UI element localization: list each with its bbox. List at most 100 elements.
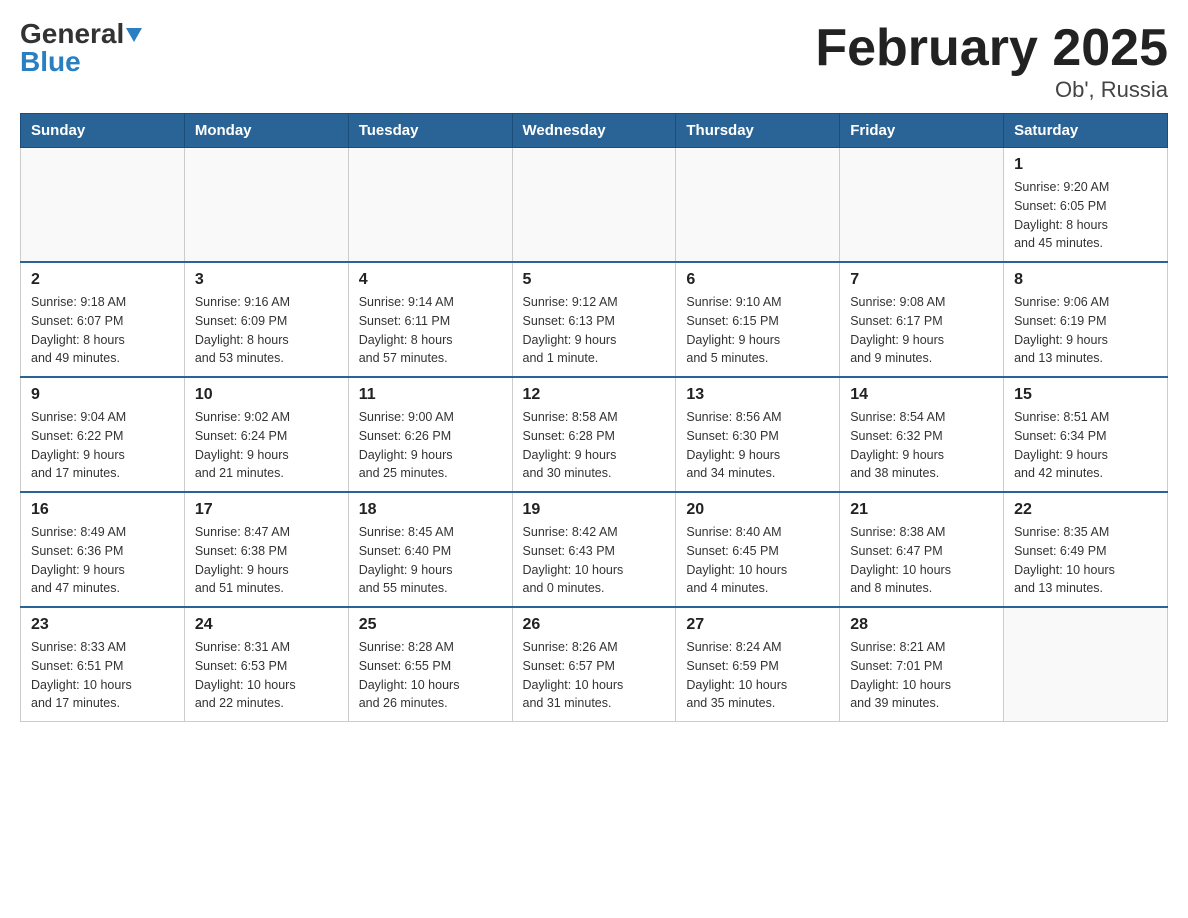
day-number: 17 (195, 501, 338, 519)
col-tuesday: Tuesday (348, 114, 512, 148)
day-number: 16 (31, 501, 174, 519)
day-info: Sunrise: 8:49 AMSunset: 6:36 PMDaylight:… (31, 523, 174, 598)
day-number: 22 (1014, 501, 1157, 519)
day-number: 12 (523, 386, 666, 404)
day-number: 8 (1014, 271, 1157, 289)
day-cell (184, 148, 348, 263)
day-number: 24 (195, 616, 338, 634)
day-info: Sunrise: 8:51 AMSunset: 6:34 PMDaylight:… (1014, 408, 1157, 483)
day-number: 3 (195, 271, 338, 289)
day-number: 15 (1014, 386, 1157, 404)
day-cell: 26 Sunrise: 8:26 AMSunset: 6:57 PMDayligh… (512, 607, 676, 722)
day-number: 13 (686, 386, 829, 404)
logo-blue-text: Blue (20, 48, 81, 76)
day-number: 26 (523, 616, 666, 634)
day-info: Sunrise: 9:10 AMSunset: 6:15 PMDaylight:… (686, 293, 829, 368)
day-number: 4 (359, 271, 502, 289)
day-number: 20 (686, 501, 829, 519)
day-cell: 22 Sunrise: 8:35 AMSunset: 6:49 PMDayligh… (1004, 492, 1168, 607)
day-number: 7 (850, 271, 993, 289)
calendar-title: February 2025 (815, 20, 1168, 77)
col-saturday: Saturday (1004, 114, 1168, 148)
day-info: Sunrise: 8:26 AMSunset: 6:57 PMDaylight:… (523, 638, 666, 713)
day-cell: 20 Sunrise: 8:40 AMSunset: 6:45 PMDayligh… (676, 492, 840, 607)
day-number: 21 (850, 501, 993, 519)
day-number: 5 (523, 271, 666, 289)
day-cell: 21 Sunrise: 8:38 AMSunset: 6:47 PMDayligh… (840, 492, 1004, 607)
day-cell: 28 Sunrise: 8:21 AMSunset: 7:01 PMDayligh… (840, 607, 1004, 722)
day-cell: 12 Sunrise: 8:58 AMSunset: 6:28 PMDayligh… (512, 377, 676, 492)
day-cell: 10 Sunrise: 9:02 AMSunset: 6:24 PMDayligh… (184, 377, 348, 492)
day-number: 25 (359, 616, 502, 634)
day-info: Sunrise: 8:28 AMSunset: 6:55 PMDaylight:… (359, 638, 502, 713)
day-number: 14 (850, 386, 993, 404)
day-cell: 11 Sunrise: 9:00 AMSunset: 6:26 PMDayligh… (348, 377, 512, 492)
day-number: 9 (31, 386, 174, 404)
day-info: Sunrise: 8:42 AMSunset: 6:43 PMDaylight:… (523, 523, 666, 598)
day-info: Sunrise: 8:31 AMSunset: 6:53 PMDaylight:… (195, 638, 338, 713)
day-info: Sunrise: 8:47 AMSunset: 6:38 PMDaylight:… (195, 523, 338, 598)
day-info: Sunrise: 9:16 AMSunset: 6:09 PMDaylight:… (195, 293, 338, 368)
col-thursday: Thursday (676, 114, 840, 148)
day-cell: 14 Sunrise: 8:54 AMSunset: 6:32 PMDayligh… (840, 377, 1004, 492)
day-cell: 8Sunrise: 9:06 AMSunset: 6:19 PMDaylight… (1004, 262, 1168, 377)
day-cell: 18Sunrise: 8:45 AMSunset: 6:40 PMDayligh… (348, 492, 512, 607)
day-number: 11 (359, 386, 502, 404)
day-cell: 24 Sunrise: 8:31 AMSunset: 6:53 PMDayligh… (184, 607, 348, 722)
day-cell (512, 148, 676, 263)
day-cell: 2Sunrise: 9:18 AMSunset: 6:07 PMDaylight… (21, 262, 185, 377)
col-sunday: Sunday (21, 114, 185, 148)
day-info: Sunrise: 8:40 AMSunset: 6:45 PMDaylight:… (686, 523, 829, 598)
day-info: Sunrise: 8:56 AMSunset: 6:30 PMDaylight:… (686, 408, 829, 483)
day-cell: 27Sunrise: 8:24 AMSunset: 6:59 PMDayligh… (676, 607, 840, 722)
day-number: 10 (195, 386, 338, 404)
day-cell (840, 148, 1004, 263)
day-cell: 7Sunrise: 9:08 AMSunset: 6:17 PMDaylight… (840, 262, 1004, 377)
day-cell (1004, 607, 1168, 722)
header-row: Sunday Monday Tuesday Wednesday Thursday… (21, 114, 1168, 148)
day-info: Sunrise: 9:20 AMSunset: 6:05 PMDaylight:… (1014, 178, 1157, 253)
day-cell (676, 148, 840, 263)
day-cell: 5 Sunrise: 9:12 AMSunset: 6:13 PMDaylight… (512, 262, 676, 377)
day-cell: 25 Sunrise: 8:28 AMSunset: 6:55 PMDayligh… (348, 607, 512, 722)
day-info: Sunrise: 9:12 AMSunset: 6:13 PMDaylight:… (523, 293, 666, 368)
day-info: Sunrise: 9:02 AMSunset: 6:24 PMDaylight:… (195, 408, 338, 483)
calendar-subtitle: Ob', Russia (815, 77, 1168, 103)
col-wednesday: Wednesday (512, 114, 676, 148)
day-cell: 6 Sunrise: 9:10 AMSunset: 6:15 PMDaylight… (676, 262, 840, 377)
day-info: Sunrise: 8:35 AMSunset: 6:49 PMDaylight:… (1014, 523, 1157, 598)
week-row-5: 23 Sunrise: 8:33 AMSunset: 6:51 PMDayligh… (21, 607, 1168, 722)
week-row-2: 2Sunrise: 9:18 AMSunset: 6:07 PMDaylight… (21, 262, 1168, 377)
week-row-1: 1Sunrise: 9:20 AMSunset: 6:05 PMDaylight… (21, 148, 1168, 263)
day-cell: 15 Sunrise: 8:51 AMSunset: 6:34 PMDayligh… (1004, 377, 1168, 492)
day-info: Sunrise: 8:58 AMSunset: 6:28 PMDaylight:… (523, 408, 666, 483)
week-row-3: 9Sunrise: 9:04 AMSunset: 6:22 PMDaylight… (21, 377, 1168, 492)
title-block: February 2025 Ob', Russia (815, 20, 1168, 103)
day-number: 28 (850, 616, 993, 634)
calendar-body: 1Sunrise: 9:20 AMSunset: 6:05 PMDaylight… (21, 148, 1168, 722)
day-cell: 1Sunrise: 9:20 AMSunset: 6:05 PMDaylight… (1004, 148, 1168, 263)
day-info: Sunrise: 8:33 AMSunset: 6:51 PMDaylight:… (31, 638, 174, 713)
logo-general-text: General (20, 18, 124, 49)
day-info: Sunrise: 8:38 AMSunset: 6:47 PMDaylight:… (850, 523, 993, 598)
day-number: 6 (686, 271, 829, 289)
day-cell: 13 Sunrise: 8:56 AMSunset: 6:30 PMDayligh… (676, 377, 840, 492)
day-cell: 4Sunrise: 9:14 AMSunset: 6:11 PMDaylight… (348, 262, 512, 377)
col-friday: Friday (840, 114, 1004, 148)
day-number: 27 (686, 616, 829, 634)
day-info: Sunrise: 9:00 AMSunset: 6:26 PMDaylight:… (359, 408, 502, 483)
week-row-4: 16 Sunrise: 8:49 AMSunset: 6:36 PMDayligh… (21, 492, 1168, 607)
day-number: 19 (523, 501, 666, 519)
page-header: General Blue February 2025 Ob', Russia (20, 20, 1168, 103)
calendar-header: Sunday Monday Tuesday Wednesday Thursday… (21, 114, 1168, 148)
day-info: Sunrise: 8:21 AMSunset: 7:01 PMDaylight:… (850, 638, 993, 713)
logo: General Blue (20, 20, 142, 76)
day-cell: 17 Sunrise: 8:47 AMSunset: 6:38 PMDayligh… (184, 492, 348, 607)
day-info: Sunrise: 9:18 AMSunset: 6:07 PMDaylight:… (31, 293, 174, 368)
day-cell: 3 Sunrise: 9:16 AMSunset: 6:09 PMDaylight… (184, 262, 348, 377)
day-info: Sunrise: 8:54 AMSunset: 6:32 PMDaylight:… (850, 408, 993, 483)
day-cell: 16 Sunrise: 8:49 AMSunset: 6:36 PMDayligh… (21, 492, 185, 607)
day-number: 23 (31, 616, 174, 634)
day-info: Sunrise: 8:45 AMSunset: 6:40 PMDaylight:… (359, 523, 502, 598)
day-cell: 9Sunrise: 9:04 AMSunset: 6:22 PMDaylight… (21, 377, 185, 492)
